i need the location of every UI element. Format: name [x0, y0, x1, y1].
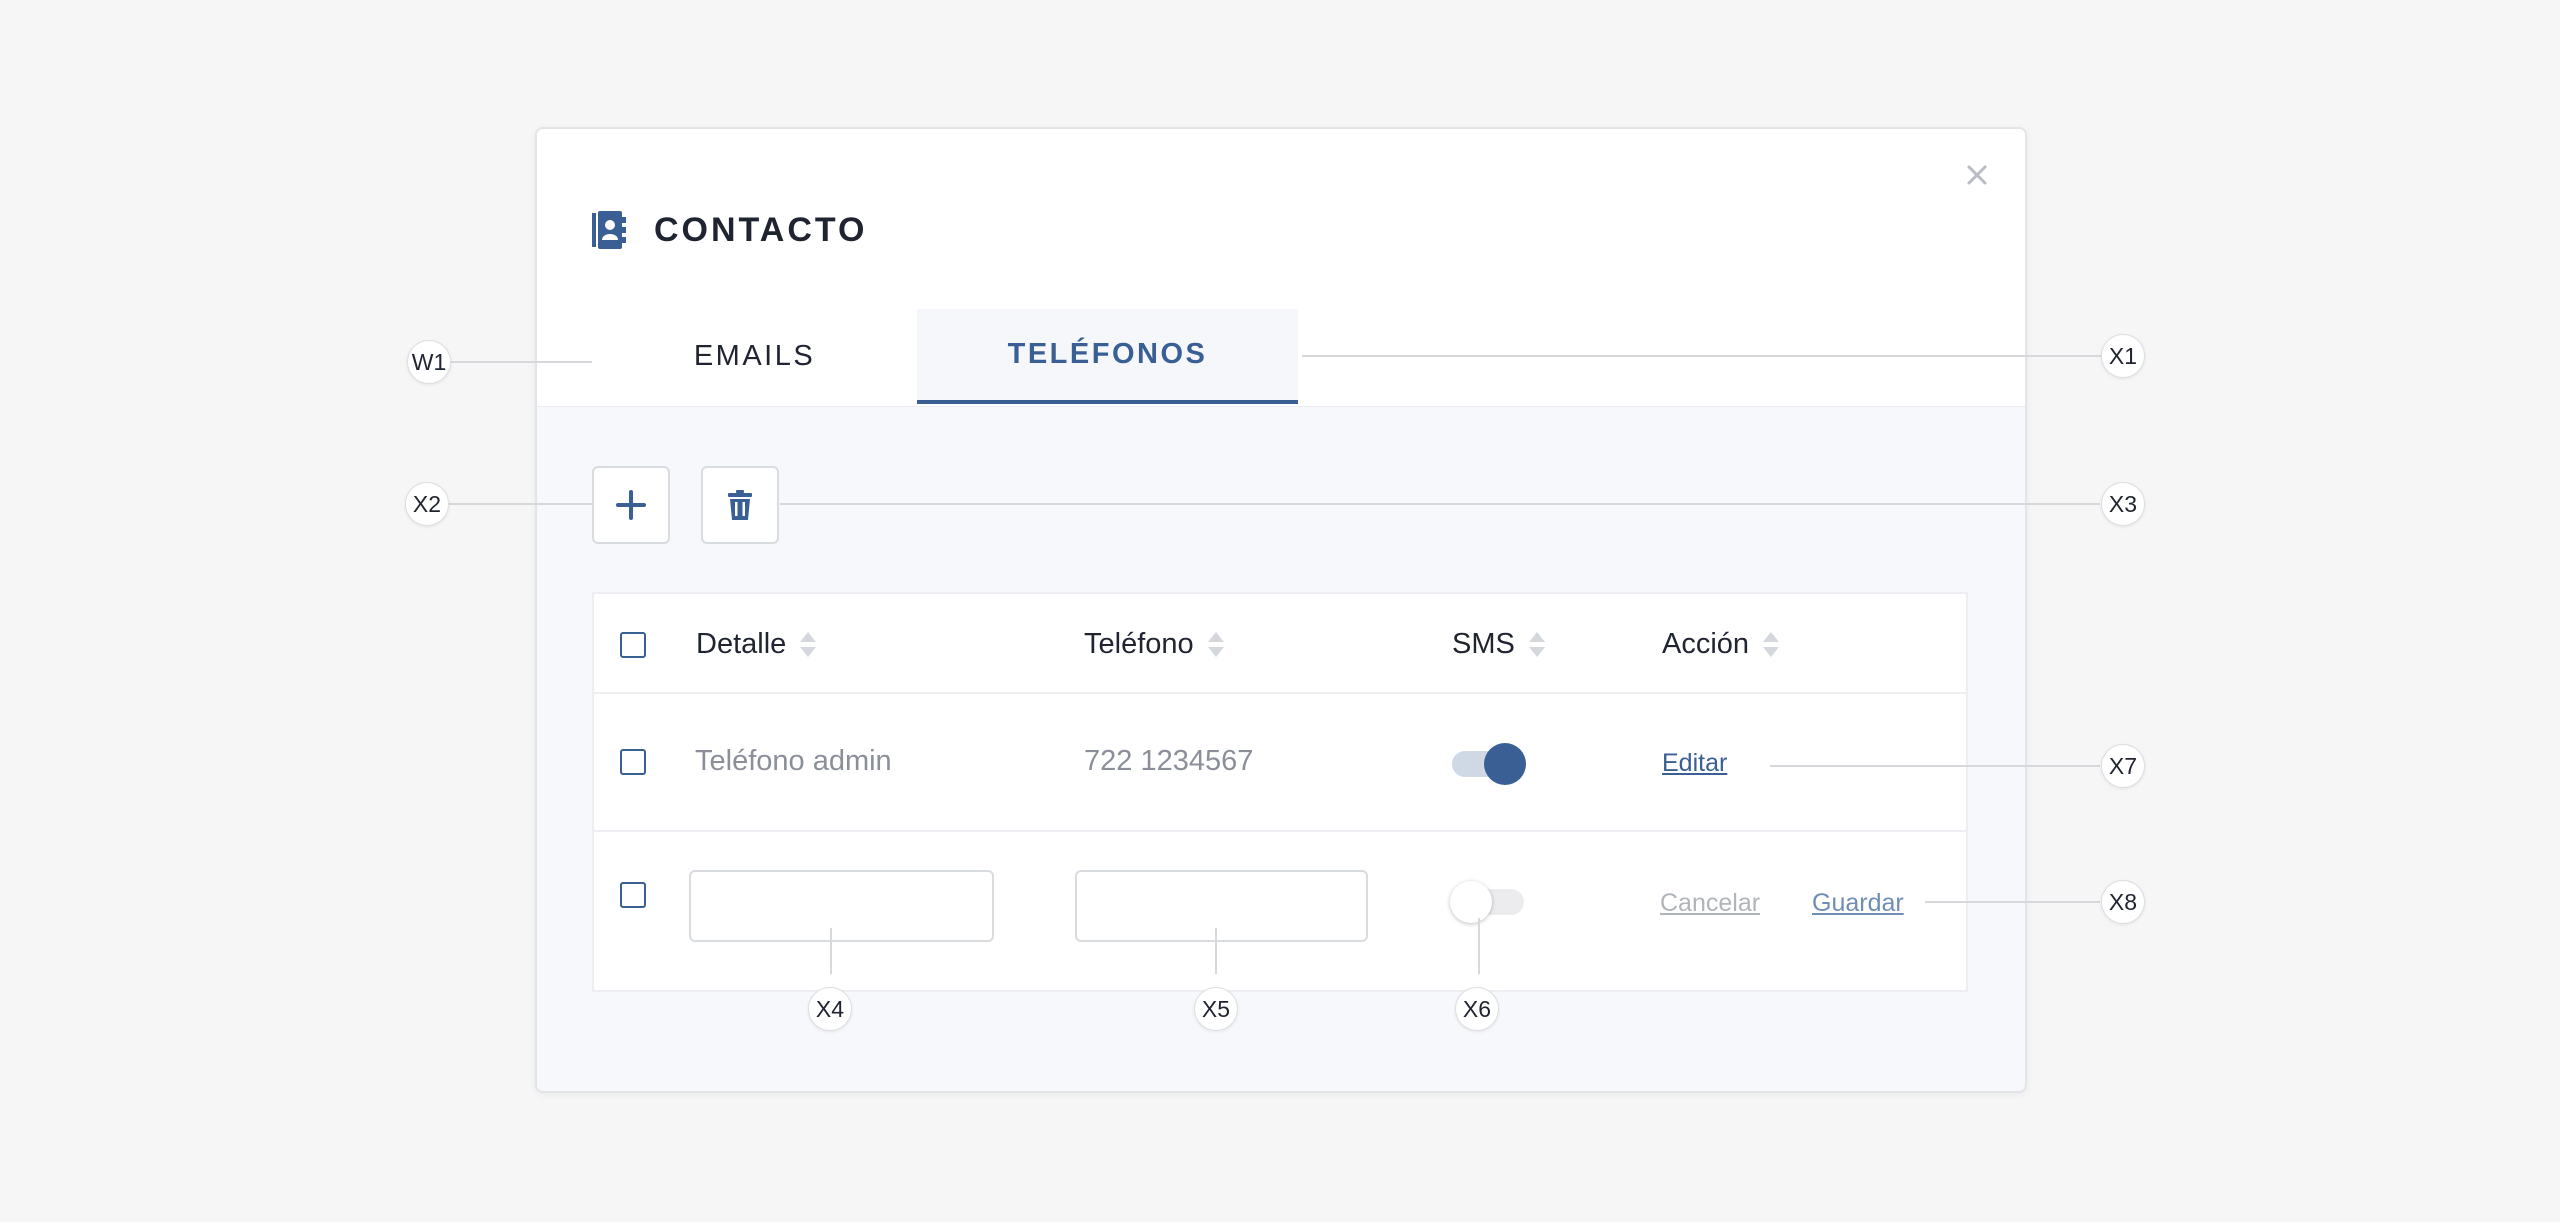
sort-icon: [1763, 631, 1780, 657]
modal-title: CONTACTO: [654, 210, 868, 249]
trash-icon: [728, 490, 752, 520]
sms-toggle[interactable]: [1450, 881, 1524, 923]
contact-modal: CONTACTO EMAILS TELÉFONOS Detalle Teléfo…: [535, 127, 2027, 1093]
leader-line: [780, 503, 2100, 505]
annotation-marker: X8: [2101, 880, 2145, 924]
row-checkbox[interactable]: [620, 882, 646, 908]
leader-line: [1925, 901, 2100, 903]
column-header-detalle[interactable]: Detalle: [696, 594, 817, 694]
leader-line: [1215, 928, 1217, 974]
column-label: Detalle: [696, 627, 787, 660]
new-row: Cancelar Guardar: [594, 832, 1966, 992]
annotation-marker: X5: [1194, 987, 1238, 1031]
address-book-icon: [592, 211, 626, 249]
close-icon: [1967, 165, 1987, 185]
sort-icon: [800, 631, 817, 657]
leader-line: [1478, 918, 1480, 974]
modal-title-row: CONTACTO: [592, 205, 868, 255]
leader-line: [449, 503, 592, 505]
tab-telefonos[interactable]: TELÉFONOS: [917, 309, 1298, 404]
tab-bar: EMAILS TELÉFONOS: [592, 309, 1298, 406]
leader-line: [1302, 355, 2120, 357]
toggle-knob: [1484, 743, 1526, 785]
detalle-cell: Teléfono admin: [695, 745, 892, 777]
sms-toggle[interactable]: [1452, 743, 1526, 785]
plus-icon: [616, 490, 646, 520]
add-button[interactable]: [592, 466, 670, 544]
save-link[interactable]: Guardar: [1812, 889, 1904, 918]
annotation-marker: X1: [2101, 334, 2145, 378]
select-all-checkbox[interactable]: [620, 632, 646, 658]
row-checkbox[interactable]: [620, 749, 646, 775]
annotation-marker: X4: [808, 987, 852, 1031]
annotation-marker: X3: [2101, 482, 2145, 526]
toggle-knob: [1450, 881, 1492, 923]
delete-button[interactable]: [701, 466, 779, 544]
close-button[interactable]: [1957, 155, 1997, 195]
leader-line: [1770, 765, 2100, 767]
column-header-telefono[interactable]: Teléfono: [1084, 594, 1224, 694]
table-row: Teléfono admin 722 1234567 Editar: [594, 694, 1966, 832]
edit-link[interactable]: Editar: [1662, 749, 1727, 778]
annotation-marker: X6: [1455, 987, 1499, 1031]
telefono-input[interactable]: [1075, 870, 1368, 942]
leader-line: [449, 361, 592, 363]
leader-line: [830, 928, 832, 974]
cancel-link[interactable]: Cancelar: [1660, 889, 1760, 918]
tab-emails[interactable]: EMAILS: [592, 309, 917, 404]
column-header-accion[interactable]: Acción: [1662, 594, 1780, 694]
table-header-row: Detalle Teléfono SMS Acción: [594, 594, 1966, 694]
annotation-marker: X2: [405, 482, 449, 526]
telefono-cell: 722 1234567: [1084, 745, 1254, 777]
annotation-marker: W1: [407, 340, 451, 384]
detalle-input[interactable]: [689, 870, 994, 942]
tab-divider: [537, 406, 2025, 407]
column-label: SMS: [1452, 627, 1515, 660]
phones-table: Detalle Teléfono SMS Acción Teléfono adm…: [592, 592, 1968, 992]
sort-icon: [1207, 631, 1224, 657]
sort-icon: [1528, 631, 1545, 657]
column-header-sms[interactable]: SMS: [1452, 594, 1545, 694]
column-label: Acción: [1662, 627, 1750, 660]
column-label: Teléfono: [1084, 627, 1194, 660]
annotation-marker: X7: [2101, 744, 2145, 788]
